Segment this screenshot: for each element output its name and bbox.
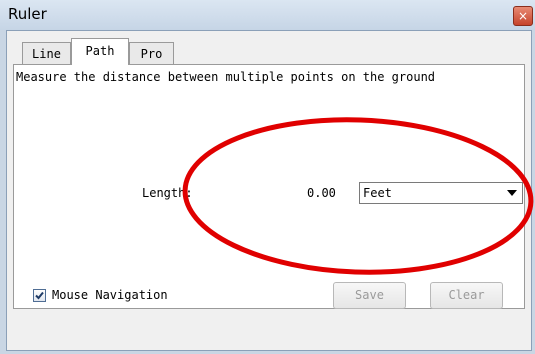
- panel-description: Measure the distance between multiple po…: [16, 70, 436, 84]
- length-value: 0.00: [307, 186, 336, 200]
- close-icon: ×: [517, 9, 529, 23]
- window-title: Ruler: [8, 5, 47, 23]
- save-button[interactable]: Save: [333, 282, 406, 309]
- unit-dropdown[interactable]: Feet: [359, 182, 523, 204]
- tab-pro[interactable]: Pro: [129, 42, 174, 64]
- length-label: Length:: [142, 186, 193, 200]
- checkmark-icon: [35, 291, 44, 300]
- tab-line[interactable]: Line: [22, 42, 71, 64]
- mouse-navigation-label: Mouse Navigation: [52, 288, 168, 302]
- tab-path[interactable]: Path: [71, 38, 129, 65]
- clear-button[interactable]: Clear: [430, 282, 503, 309]
- path-tab-panel: Measure the distance between multiple po…: [13, 64, 525, 309]
- title-bar: Ruler ×: [0, 0, 535, 30]
- chevron-down-icon: [507, 190, 517, 196]
- unit-selected-value: Feet: [363, 186, 392, 200]
- close-button[interactable]: ×: [513, 6, 533, 26]
- mouse-navigation-checkbox[interactable]: [33, 289, 46, 302]
